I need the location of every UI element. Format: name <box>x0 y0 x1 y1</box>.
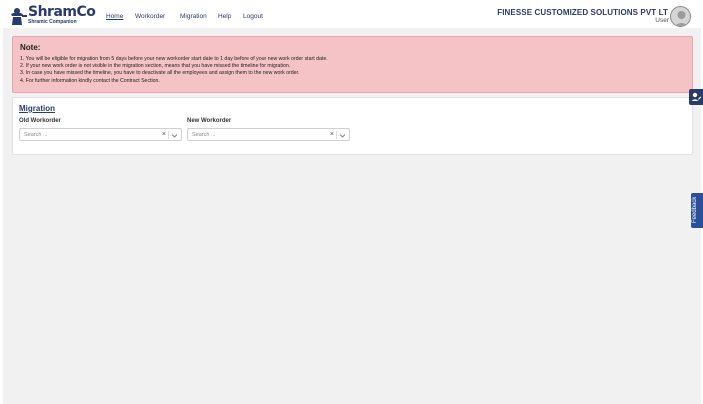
user-role: User <box>655 17 669 24</box>
new-workorder-placeholder: Search ... <box>192 132 216 138</box>
note-line-3: 3. In case you have missed the timeline,… <box>20 70 300 77</box>
top-navbar: ShramCo Shramic Companion Home Workorder… <box>0 0 703 28</box>
nav-migration[interactable]: Migration <box>180 13 207 20</box>
old-workorder-clear-icon[interactable]: × <box>162 131 166 138</box>
new-workorder-select[interactable]: Search ... × <box>187 128 350 141</box>
user-avatar-icon <box>674 11 689 26</box>
left-border <box>0 28 3 404</box>
logo[interactable]: ShramCo Shramic Companion <box>9 4 96 26</box>
new-workorder-separator <box>336 131 337 139</box>
old-workorder-label: Old Workorder <box>19 118 61 124</box>
feedback-label: Feedback <box>692 196 698 223</box>
user-edit-icon <box>691 92 702 101</box>
new-workorder-chevron-down-icon[interactable] <box>339 132 346 139</box>
company-name: FINESSE CUSTOMIZED SOLUTIONS PVT LT <box>497 8 668 17</box>
logo-tagline: Shramic Companion <box>28 19 77 25</box>
old-workorder-separator <box>168 131 169 139</box>
side-user-button[interactable] <box>689 89 703 105</box>
old-workorder-select[interactable]: Search ... × <box>19 128 182 141</box>
note-line-4: 4. For further information kindly contac… <box>20 77 160 84</box>
feedback-tab[interactable]: Feedback <box>691 193 703 228</box>
nav-workorder[interactable]: Workorder <box>135 13 165 20</box>
migration-note: Note: 1. You will be eligible for migrat… <box>12 36 693 93</box>
new-workorder-clear-icon[interactable]: × <box>330 131 334 138</box>
migration-title: Migration <box>19 104 55 113</box>
migration-card: Migration Old Workorder Search ... × New… <box>12 97 693 155</box>
note-line-2: 2. If your new work order is not visible… <box>20 63 291 70</box>
old-workorder-chevron-down-icon[interactable] <box>171 132 178 139</box>
nav-logout[interactable]: Logout <box>243 13 263 20</box>
avatar[interactable] <box>670 6 691 27</box>
nav-home[interactable]: Home <box>106 13 123 20</box>
logo-worker-icon <box>11 8 27 25</box>
new-workorder-label: New Workorder <box>187 118 232 124</box>
logo-text: ShramCo <box>28 4 96 20</box>
note-title: Note: <box>20 43 41 52</box>
old-workorder-placeholder: Search ... <box>24 132 48 138</box>
note-line-1: 1. You will be eligible for migration fr… <box>20 56 328 62</box>
nav-help[interactable]: Help <box>218 13 231 20</box>
